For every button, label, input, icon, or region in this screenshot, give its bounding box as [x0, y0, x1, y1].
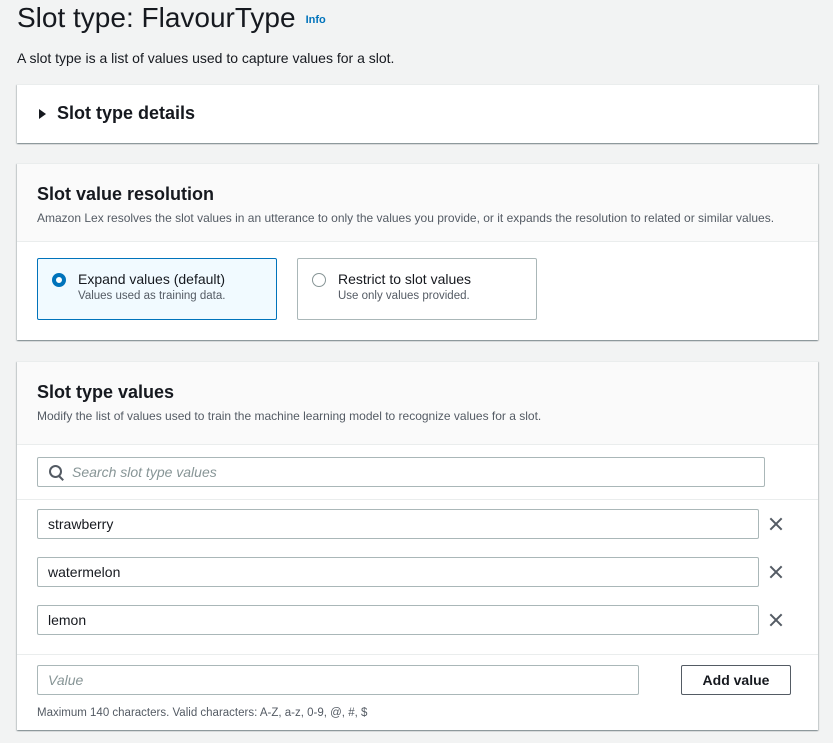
- list-item: [37, 509, 798, 539]
- remove-value-button[interactable]: [760, 509, 790, 539]
- slot-value-resolution-panel: Slot value resolution Amazon Lex resolve…: [17, 163, 818, 340]
- remove-value-button[interactable]: [760, 557, 790, 587]
- values-header: Slot type values Modify the list of valu…: [17, 362, 818, 445]
- slot-type-details-label: Slot type details: [57, 103, 196, 123]
- add-value-row: Add value: [17, 655, 818, 695]
- values-title: Slot type values: [37, 382, 175, 402]
- expand-values-label: Expand values (default): [78, 271, 226, 287]
- slot-type-values-panel: Slot type values Modify the list of valu…: [17, 361, 818, 730]
- list-item: [37, 557, 798, 587]
- page-description: A slot type is a list of values used to …: [17, 50, 395, 66]
- info-link[interactable]: Info: [306, 14, 326, 26]
- radio-selected-icon[interactable]: [52, 273, 66, 287]
- slot-value-field[interactable]: [37, 605, 759, 635]
- slot-type-details-toggle[interactable]: Slot type details: [17, 85, 818, 142]
- radio-unselected-icon[interactable]: [312, 273, 326, 287]
- expand-values-option[interactable]: Expand values (default) Values used as t…: [37, 258, 277, 320]
- resolution-subtitle: Amazon Lex resolves the slot values in a…: [37, 211, 775, 225]
- search-area: [17, 445, 818, 500]
- caret-right-icon: [39, 108, 46, 119]
- slot-type-details-panel: Slot type details: [17, 84, 818, 143]
- slot-value-field[interactable]: [37, 509, 759, 539]
- list-item: [37, 605, 798, 635]
- expand-values-description: Values used as training data.: [78, 290, 226, 302]
- values-subtitle: Modify the list of values used to train …: [37, 409, 542, 423]
- search-icon: [48, 464, 64, 480]
- restrict-values-label: Restrict to slot values: [338, 271, 472, 287]
- page-title-text: Slot type: FlavourType: [17, 2, 296, 33]
- restrict-values-option[interactable]: Restrict to slot values Use only values …: [297, 258, 537, 320]
- slot-value-field[interactable]: [37, 557, 759, 587]
- search-box[interactable]: [37, 457, 765, 487]
- resolution-options: Expand values (default) Values used as t…: [17, 242, 818, 336]
- search-input[interactable]: [72, 464, 764, 480]
- value-list: [17, 500, 818, 655]
- resolution-title: Slot value resolution: [37, 184, 215, 204]
- restrict-values-description: Use only values provided.: [338, 290, 470, 302]
- resolution-header: Slot value resolution Amazon Lex resolve…: [17, 164, 818, 242]
- page-title: Slot type: FlavourType Info: [17, 2, 326, 34]
- value-constraint-text: Maximum 140 characters. Valid characters…: [37, 707, 368, 719]
- remove-value-button[interactable]: [760, 605, 790, 635]
- add-value-button[interactable]: Add value: [681, 665, 791, 695]
- new-value-input[interactable]: [37, 665, 639, 695]
